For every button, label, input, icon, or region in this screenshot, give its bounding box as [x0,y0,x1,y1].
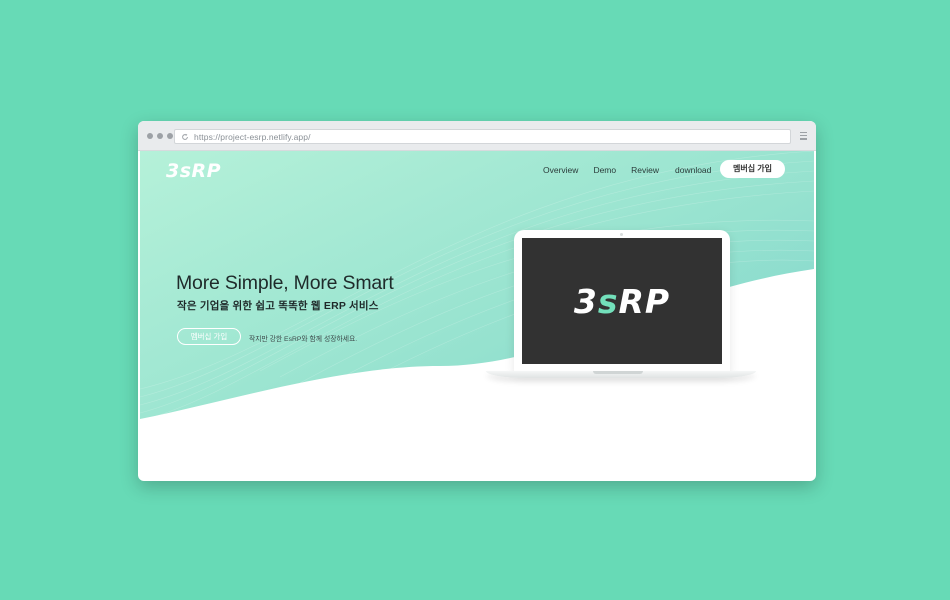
window-dot-icon[interactable] [157,133,163,139]
nav-item-overview[interactable]: Overview [543,165,578,175]
membership-join-button[interactable]: 멤버십 가입 [720,160,785,178]
menu-icon[interactable] [800,132,807,142]
nav-item-demo[interactable]: Demo [593,165,616,175]
laptop-screen: 3sRP [522,238,722,364]
url-text[interactable]: https://project-esrp.netlify.app/ [194,132,311,142]
hero-join-button[interactable]: 멤버십 가입 [177,328,241,345]
site-nav: Overview Demo Review download [543,165,711,175]
screen-logo: 3sRP [573,281,671,321]
laptop-lid: 3sRP [514,230,730,372]
camera-icon [620,233,623,236]
address-bar[interactable]: https://project-esrp.netlify.app/ [174,129,791,144]
reload-icon[interactable] [181,133,189,141]
browser-window: https://project-esrp.netlify.app/ 3sRP O… [138,121,816,481]
hero-headline: More Simple, More Smart [176,272,394,294]
window-dot-icon[interactable] [147,133,153,139]
browser-toolbar: https://project-esrp.netlify.app/ [138,121,816,151]
laptop-notch [593,371,643,374]
site-logo[interactable]: 3sRP [166,160,221,182]
hero-cta-note: 작지만 강한 EsRP와 함께 성장하세요. [249,336,358,343]
window-dot-icon[interactable] [167,133,173,139]
hero-subhead: 작은 기업을 위한 쉽고 똑똑한 웹 ERP 서비스 [177,300,379,312]
web-page: 3sRP Overview Demo Review download 멤버십 가… [140,151,814,479]
window-controls[interactable] [147,133,173,139]
nav-item-review[interactable]: Review [631,165,659,175]
laptop-mockup: 3sRP [486,230,756,382]
nav-item-download[interactable]: download [675,165,711,175]
